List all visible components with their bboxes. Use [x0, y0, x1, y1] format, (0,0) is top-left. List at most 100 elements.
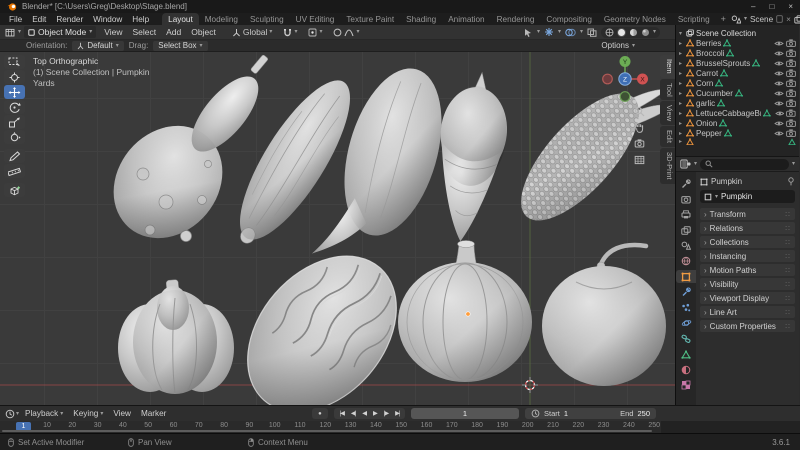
axis-y-neg-handle[interactable] — [620, 92, 630, 102]
workspace-tab[interactable]: Layout — [162, 13, 199, 25]
measure-tool[interactable] — [4, 164, 25, 178]
breadcrumb-object[interactable]: Pumpkin — [711, 177, 742, 186]
properties-panel-header[interactable]: › Instancing :: — [700, 250, 795, 262]
end-frame-field[interactable]: 250 — [637, 409, 650, 418]
tab-object[interactable] — [676, 270, 696, 283]
options-dropdown[interactable]: Options ▾ — [601, 41, 649, 50]
play-reverse-button[interactable]: ◀ — [359, 410, 370, 417]
chevron-down-icon[interactable]: ▾ — [294, 29, 297, 35]
zoom-icon[interactable] — [634, 106, 645, 117]
eye-icon[interactable] — [774, 40, 784, 47]
outliner-root-row[interactable]: ▾ Scene Collection — [676, 28, 799, 38]
tab-constraints[interactable] — [676, 332, 696, 345]
properties-panel-header[interactable]: › Motion Paths :: — [700, 264, 795, 276]
workspace-tab[interactable]: Rendering — [491, 13, 541, 25]
eye-icon[interactable] — [774, 70, 784, 77]
next-keyframe-button[interactable]: |▶ — [380, 410, 391, 417]
chevron-down-icon[interactable]: ▾ — [16, 411, 19, 417]
scene-name[interactable]: Scene — [750, 15, 773, 24]
auto-keying-button[interactable]: ● — [312, 408, 328, 419]
expand-icon[interactable]: ▸ — [679, 80, 684, 87]
expand-icon[interactable]: ▾ — [679, 30, 684, 37]
tab-view-layer[interactable] — [676, 224, 696, 237]
object-name-field[interactable]: ▾ Pumpkin — [700, 190, 795, 203]
viewport-canvas[interactable]: Top Orthographic (1) Scene Collection | … — [0, 52, 675, 405]
outliner-item[interactable]: ▸ BrusselSprouts — [676, 58, 799, 68]
drag-grip-icon[interactable]: :: — [785, 323, 791, 330]
chevron-down-icon[interactable]: ▾ — [653, 29, 656, 35]
tab-particles[interactable] — [676, 301, 696, 314]
new-scene-icon[interactable] — [776, 15, 783, 23]
workspace-tab[interactable]: Modeling — [199, 13, 244, 25]
scale-tool[interactable] — [4, 115, 25, 129]
carrot-object[interactable] — [430, 69, 513, 245]
object-visibility-dropdown[interactable] — [523, 28, 533, 37]
transform-orientation-select[interactable]: Global ▾ — [232, 27, 273, 37]
menu-item[interactable]: Window — [88, 15, 127, 24]
rotate-tool[interactable] — [4, 100, 25, 114]
camera-icon[interactable] — [786, 39, 796, 47]
expand-icon[interactable]: ▸ — [679, 50, 684, 57]
menu-item[interactable]: Object — [186, 27, 221, 37]
garlic-object[interactable] — [118, 280, 234, 394]
chevron-down-icon[interactable]: ▾ — [580, 29, 583, 35]
expand-icon[interactable]: ▸ — [679, 130, 684, 137]
shading-wireframe-button[interactable] — [605, 28, 614, 37]
drag-grip-icon[interactable]: :: — [785, 211, 791, 218]
eye-icon[interactable] — [775, 110, 785, 117]
workspace-tab[interactable]: Sculpting — [244, 13, 290, 25]
maximize-button[interactable]: □ — [769, 2, 774, 11]
jump-to-end-button[interactable]: ▶| — [392, 410, 403, 417]
camera-icon[interactable] — [786, 129, 796, 137]
tab-world[interactable] — [676, 255, 696, 268]
drag-select[interactable]: Select Box ▾ — [153, 41, 207, 51]
menu-item[interactable]: Help — [127, 15, 154, 24]
eye-icon[interactable] — [774, 60, 784, 67]
outliner-item[interactable]: ▸ Berries — [676, 38, 799, 48]
chevron-down-icon[interactable]: ▾ — [558, 29, 561, 35]
menu-item[interactable]: Marker▾ — [136, 409, 171, 418]
scene-icon[interactable] — [731, 15, 741, 24]
sidebar-tab[interactable]: View — [660, 101, 675, 125]
tab-modifiers[interactable] — [676, 286, 696, 299]
camera-icon[interactable] — [786, 79, 796, 87]
timeline-ruler[interactable]: 1 10203040506070809010011012013014015016… — [0, 421, 800, 433]
properties-panel-header[interactable]: › Relations :: — [700, 222, 795, 234]
drag-grip-icon[interactable]: :: — [785, 225, 791, 232]
workspace-tab[interactable]: UV Editing — [290, 13, 341, 25]
proportional-editing-toggle[interactable]: ▾ — [333, 28, 359, 37]
minimize-button[interactable]: – — [751, 2, 755, 11]
menu-item[interactable]: Playback▾ — [20, 409, 68, 418]
tab-physics[interactable] — [676, 317, 696, 330]
properties-panel-header[interactable]: › Line Art :: — [700, 306, 795, 318]
tab-output[interactable] — [676, 208, 696, 221]
menu-item[interactable]: Select — [128, 27, 162, 37]
navigation-gizmo[interactable]: Y X Z — [599, 53, 651, 105]
properties-panel-header[interactable]: › Collections :: — [700, 236, 795, 248]
tab-object-data[interactable] — [676, 348, 696, 361]
camera-icon[interactable] — [786, 49, 796, 57]
camera-icon[interactable] — [786, 59, 796, 67]
xray-toggle[interactable] — [587, 28, 597, 37]
tab-render[interactable] — [676, 193, 696, 206]
pan-hand-icon[interactable] — [634, 122, 645, 133]
outliner-item[interactable]: ▸ garlic — [676, 98, 799, 108]
chevron-down-icon[interactable]: ▾ — [537, 29, 540, 35]
menu-item[interactable]: Keying▾ — [68, 409, 108, 418]
outliner-item[interactable]: ▸ Onion — [676, 118, 799, 128]
chevron-down-icon[interactable]: ▾ — [744, 16, 747, 22]
filter-dropdown-icon[interactable]: ▾ — [792, 161, 795, 167]
eye-icon[interactable] — [774, 130, 784, 137]
sidebar-tab[interactable]: Item — [660, 55, 675, 78]
tab-material[interactable] — [676, 363, 696, 376]
workspace-tab[interactable]: Geometry Nodes — [598, 13, 672, 25]
drag-grip-icon[interactable]: :: — [785, 267, 791, 274]
outliner-item[interactable]: ▸ Corn — [676, 78, 799, 88]
timeline-editor-icon[interactable] — [5, 409, 15, 419]
watermelon-object[interactable] — [217, 227, 426, 405]
viewlayer-icon[interactable] — [794, 15, 800, 24]
camera-icon[interactable] — [786, 119, 796, 127]
outliner-item[interactable]: ▸ Cucumber — [676, 88, 799, 98]
workspace-tab[interactable]: Compositing — [540, 13, 598, 25]
current-frame-field[interactable]: 1 — [411, 408, 519, 419]
